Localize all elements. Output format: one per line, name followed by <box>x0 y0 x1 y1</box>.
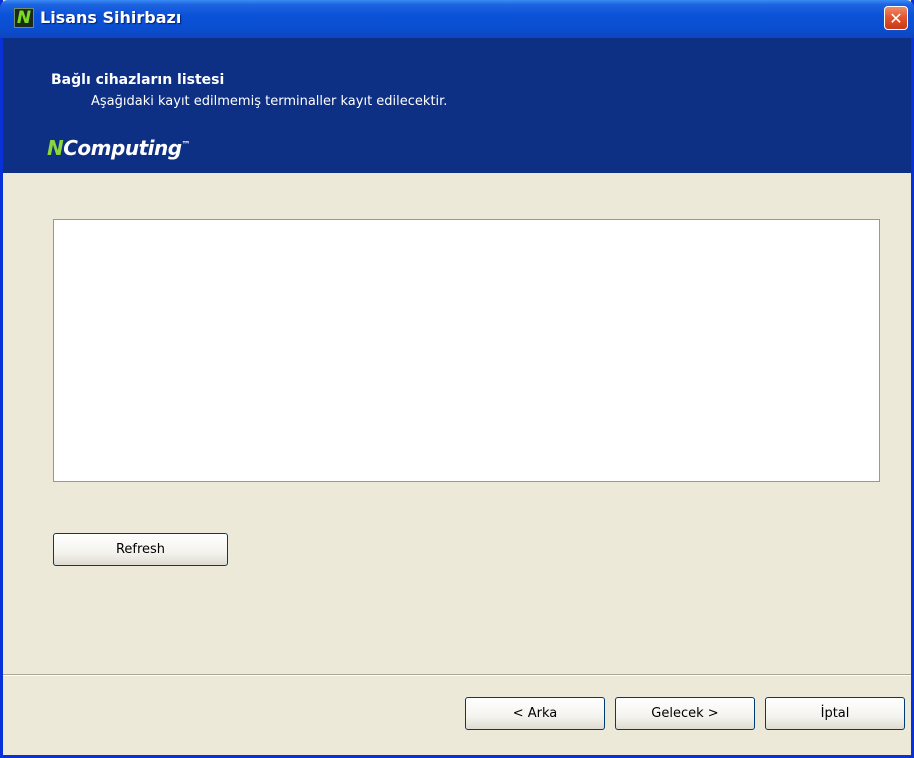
logo-trademark: ™ <box>181 140 191 151</box>
footer-separator <box>3 674 911 676</box>
page-subtitle: Aşağıdaki kayıt edilmemiş terminaller ka… <box>91 94 448 109</box>
device-list[interactable] <box>53 219 880 482</box>
app-icon-glyph: N <box>16 8 32 28</box>
title-bar[interactable]: N Lisans Sihirbazı ✕ <box>0 0 914 38</box>
refresh-button[interactable]: Refresh <box>53 533 228 566</box>
cancel-button[interactable]: İptal <box>765 697 905 730</box>
ncomputing-app-icon: N <box>14 8 34 28</box>
close-button[interactable]: ✕ <box>884 6 908 30</box>
page-title: Bağlı cihazların listesi <box>51 72 225 88</box>
close-icon: ✕ <box>889 8 903 28</box>
license-wizard-window: N Lisans Sihirbazı ✕ Bağlı cihazların li… <box>0 0 914 758</box>
next-button[interactable]: Gelecek > <box>615 697 755 730</box>
window-title: Lisans Sihirbazı <box>40 8 182 27</box>
wizard-header: Bağlı cihazların listesi Aşağıdaki kayıt… <box>3 38 911 173</box>
back-button[interactable]: < Arka <box>465 697 605 730</box>
ncomputing-logo: NComputing™ <box>47 136 191 160</box>
logo-text: Computing <box>63 136 182 160</box>
logo-n: N <box>47 136 64 160</box>
